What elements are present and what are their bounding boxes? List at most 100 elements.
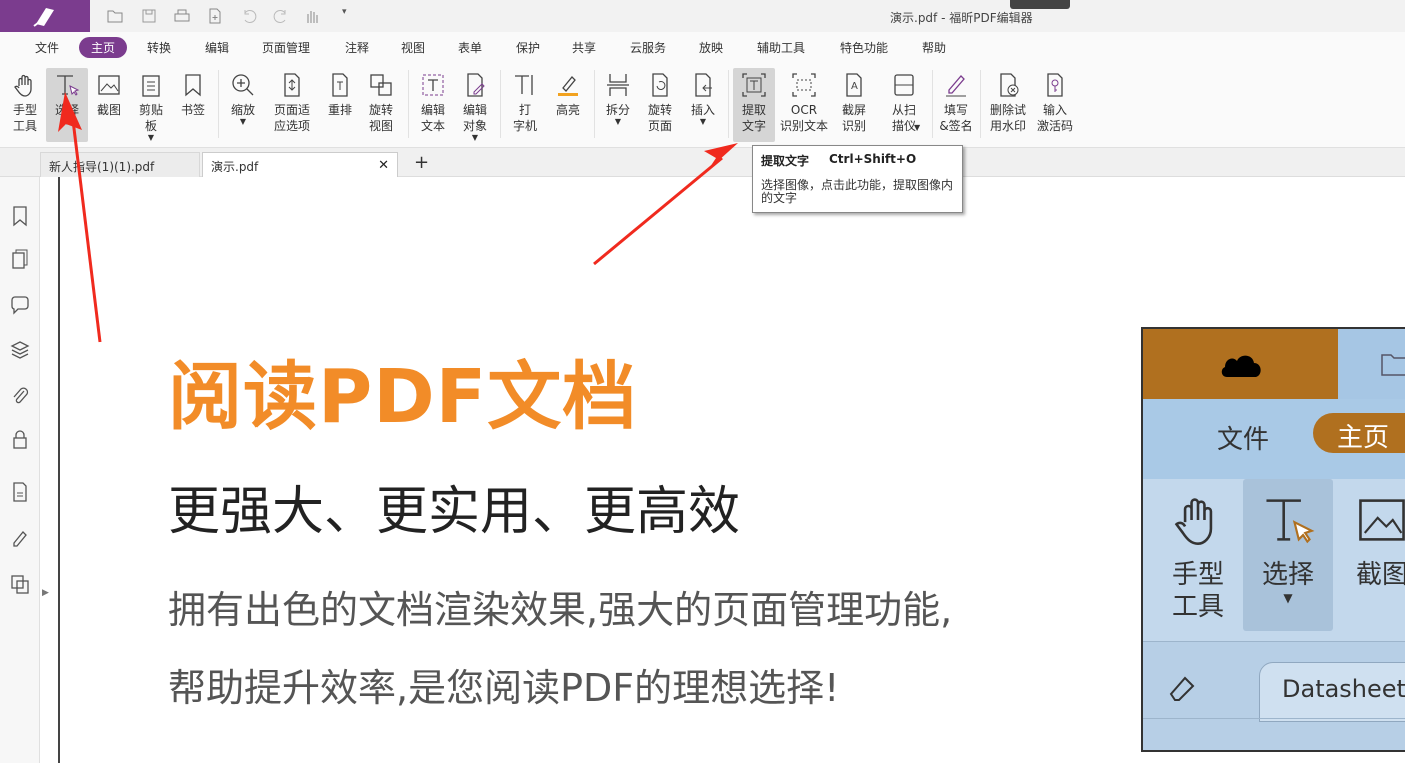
menu-form[interactable]: 表单 [458,39,482,57]
menu-page-manage[interactable]: 页面管理 [262,39,310,57]
new-file-icon[interactable] [206,7,224,25]
print-icon[interactable] [173,7,191,25]
tooltip-description: 选择图像，点击此功能，提取图像内的文字 [761,178,954,205]
inset-tab-strip: Datasheet_ [1143,641,1405,750]
menu-cloud[interactable]: 云服务 [630,39,666,57]
edit-text-button[interactable]: 编辑 文本 [414,68,452,142]
layers-icon[interactable] [10,339,30,361]
typewriter-icon [515,75,533,95]
save-icon[interactable] [140,7,158,25]
menu-view[interactable]: 视图 [401,39,425,57]
typewriter-button[interactable]: 打 字机 [508,68,542,142]
menu-home[interactable]: 主页 [79,37,128,58]
ocr-button[interactable]: OCR 识别文本 [778,68,830,142]
remove-watermark-button[interactable]: 删除试 用水印 [986,68,1030,142]
bookmark-icon [185,74,201,97]
signature-icon[interactable] [10,527,30,549]
document-body-line-1: 拥有出色的文档渲染效果,强大的页面管理功能, [168,588,953,632]
split-button[interactable]: 拆分 ▼ [600,68,636,142]
hand-tool-button[interactable]: 手型 工具 [6,68,44,142]
dropdown-caret-icon: ▼ [1283,591,1293,605]
dropdown-caret-icon: ▼ [239,117,247,126]
fit-page-button[interactable]: 页面适 应选项 [266,68,318,142]
security-icon[interactable] [10,429,30,451]
separator [408,70,409,138]
hand-icon[interactable] [303,7,321,25]
pages-icon[interactable] [10,249,30,271]
menu-convert[interactable]: 转换 [147,39,171,57]
inset-menu-file: 文件 [1217,425,1270,455]
menu-features[interactable]: 特色功能 [840,39,888,57]
bookmark-button[interactable]: 书签 [176,68,210,142]
reflow-icon [332,73,348,97]
customize-arrow-icon[interactable]: ▾ [342,7,360,25]
new-tab-button[interactable]: + [414,152,429,173]
panel-expand-arrow-icon[interactable]: ▶ [42,588,49,598]
page-compare-icon[interactable] [10,573,30,595]
extract-text-button[interactable]: 提取 文字 [733,68,775,142]
menu-share[interactable]: 共享 [572,39,596,57]
select-text-icon [1266,499,1315,544]
fit-page-icon [284,73,300,97]
inset-hand-tool: 手型 工具 [1163,489,1233,639]
ribbon-toolbar: 手型 工具 选择 ▼ 截图 剪贴 板 ▼ 书签 缩放 ▼ 页面适 应选项 重排 … [0,62,1405,148]
dropdown-caret-icon: ▼ [147,133,155,142]
comment-icon[interactable] [10,295,30,317]
from-scanner-button[interactable]: 从扫 描仪 ▼ [884,68,924,142]
tab-doc-2[interactable]: 演示.pdf ✕ [202,152,398,177]
zoomed-ui-inset-image: 文件 主页 手型 工具 选择 ▼ 截图 Datasheet_ [1141,327,1405,752]
select-text-icon [57,75,80,96]
menu-bar: 文件 主页 转换 编辑 页面管理 注释 视图 表单 保护 共享 云服务 放映 辅… [0,32,1405,62]
rotate-view-button[interactable]: 旋转 视图 [362,68,400,142]
separator [728,70,729,138]
menu-slideshow[interactable]: 放映 [699,39,723,57]
reflow-button[interactable]: 重排 [322,68,358,142]
scanner-icon [894,74,914,96]
document-body-line-2: 帮助提升效率,是您阅读PDF的理想选择! [168,666,840,710]
menu-file[interactable]: 文件 [35,39,59,57]
highlight-button[interactable]: 高亮 [550,68,586,142]
open-folder-icon[interactable] [106,7,124,25]
inset-menu-bar: 文件 主页 [1143,399,1405,479]
extract-text-icon [742,73,766,97]
snapshot-button[interactable]: 截图 [92,68,126,142]
form-fields-icon[interactable] [10,481,30,503]
screenshot-ocr-icon: A [846,73,862,97]
inset-menu-home: 主页 [1313,413,1405,453]
insert-button[interactable]: 插入 ▼ [684,68,722,142]
close-icon[interactable]: ✕ [378,158,389,173]
undo-icon[interactable] [240,7,258,25]
edit-object-icon [467,73,485,97]
select-tool-button[interactable]: 选择 ▼ [46,68,88,142]
eraser-icon [1169,676,1195,701]
inset-title-bar [1143,329,1405,399]
clipboard-button[interactable]: 剪贴 板 ▼ [134,68,168,142]
bookmark-icon[interactable] [10,205,30,227]
tab-label: 新人指导(1)(1).pdf [49,160,155,174]
dropdown-caret-icon: ▼ [699,117,707,126]
edit-object-button[interactable]: 编辑 对象 ▼ [456,68,494,142]
inset-select-tool: 选择 ▼ [1243,479,1333,631]
navigation-panel [0,177,40,763]
redo-icon[interactable] [272,7,290,25]
zoom-button[interactable]: 缩放 ▼ [226,68,260,142]
rotate-page-button[interactable]: 旋转 页面 [640,68,680,142]
attachment-icon[interactable] [10,385,30,407]
fill-sign-button[interactable]: 填写 &签名 [936,68,976,142]
rotate-page-icon [652,73,668,97]
activation-code-button[interactable]: 输入 激活码 [1034,68,1076,142]
menu-protect[interactable]: 保护 [516,39,540,57]
dropdown-caret-icon: ▼ [471,133,479,142]
inset-logo [1143,329,1338,399]
menu-help[interactable]: 帮助 [922,39,946,57]
menu-edit[interactable]: 编辑 [205,39,229,57]
app-logo[interactable] [0,0,90,32]
hand-icon [1174,498,1213,545]
menu-accessibility[interactable]: 辅助工具 [757,39,805,57]
fill-sign-icon [946,75,966,97]
tab-doc-1[interactable]: 新人指导(1)(1).pdf [40,152,200,177]
extract-text-tooltip: 提取文字 Ctrl+Shift+O 选择图像，点击此功能，提取图像内的文字 [752,145,963,213]
screenshot-ocr-button[interactable]: A 截屏 识别 [836,68,872,142]
dropdown-caret-icon: ▼ [914,123,921,132]
menu-comment[interactable]: 注释 [345,39,369,57]
